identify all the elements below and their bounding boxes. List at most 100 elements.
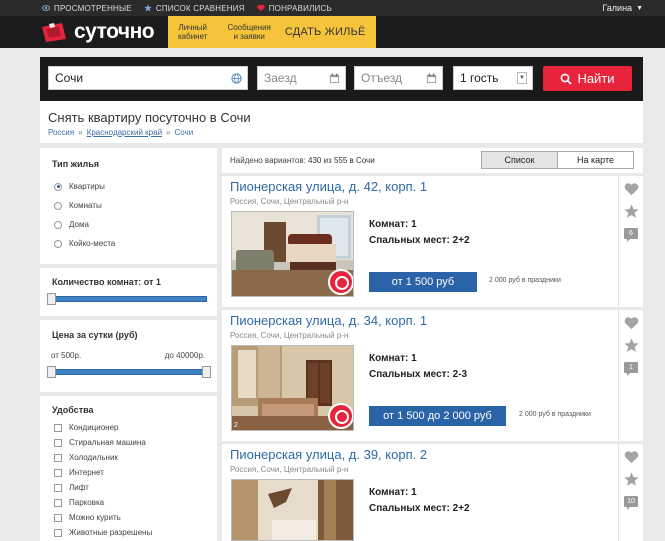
listing-card: Пионерская улица, д. 34, корп. 1 Россия,… [222,310,643,441]
amenity-fridge[interactable]: Холодильник [54,453,118,462]
checkbox[interactable] [54,498,62,507]
listing-price[interactable]: от 1 500 до 2 000 руб [369,406,506,426]
star-icon[interactable] [624,204,639,219]
listing-beds: Спальных мест: 2-3 [369,369,468,380]
liked-label: ПОНРАВИЛИСЬ [268,3,332,13]
listing-title[interactable]: Пионерская улица, д. 42, корп. 1 [230,179,427,194]
nav-sell[interactable]: СДАТЬ ЖИЛЬЁ [281,26,366,38]
page-title-block: Снять квартиру посуточно в Сочи Россия »… [40,101,643,143]
heart-icon[interactable] [624,182,639,196]
photo-count: 2 [234,422,238,429]
find-label: Найти [577,71,615,86]
checkin-input[interactable]: Заезд [257,66,346,90]
housing-type-title: Тип жилья [52,159,100,169]
listing-holiday-price: 2 000 руб в праздники [519,411,591,418]
type-option-beds[interactable]: Койко-места [54,239,115,248]
listing-holiday-price: 2 000 руб в праздники [489,277,561,284]
user-menu[interactable]: Галина ▼ [602,0,643,16]
checkbox[interactable] [54,423,62,432]
logo-text: суточно [74,20,155,43]
checkbox[interactable] [54,468,62,477]
checkbox[interactable] [54,528,62,537]
amenity-ac[interactable]: Кондиционер [54,423,118,432]
rooms-panel: Количество комнат: от 1 [40,268,217,316]
amenity-internet[interactable]: Интернет [54,468,104,477]
checkbox[interactable] [54,483,62,492]
nav-cabinet[interactable]: Личный кабинет [168,23,217,41]
amenity-parking[interactable]: Парковка [54,498,104,507]
checkbox[interactable] [54,453,62,462]
listing-card: Пионерская улица, д. 42, корп. 1 Россия,… [222,176,643,307]
amenity-label: Можно курить [69,513,121,522]
listing-photo[interactable] [231,479,354,541]
price-slider-handle-min[interactable] [47,366,56,378]
reviews-badge[interactable]: 6 [624,228,638,242]
view-list-tab[interactable]: Список [481,151,558,169]
amenity-elevator[interactable]: Лифт [54,483,89,492]
radio[interactable] [54,239,62,248]
viewed-label: ПРОСМОТРЕННЫЕ [54,3,132,13]
reviews-badge[interactable]: 10 [624,496,638,510]
nav-messages-line1: Сообщения [227,23,271,32]
city-input[interactable]: Сочи [48,66,248,90]
listing-photo[interactable] [231,211,354,297]
chevron-down-icon: ▼ [517,72,527,84]
find-button[interactable]: Найти [543,66,632,91]
guests-select[interactable]: 1 гость ▼ [453,66,533,90]
type-option-houses[interactable]: Дома [54,220,89,229]
top-utility-bar: ПРОСМОТРЕННЫЕ СПИСОК СРАВНЕНИЯ ПОНРАВИЛИ… [0,0,665,16]
breadcrumb-region[interactable]: Краснодарский край [87,128,162,137]
breadcrumb-city[interactable]: Сочи [174,128,193,137]
breadcrumb-russia[interactable]: Россия [48,128,74,137]
star-icon[interactable] [624,472,639,487]
filters-sidebar: Тип жилья Квартиры Комнаты Дома Койко-ме… [40,148,217,541]
found-count: Найдено вариантов: 430 из 555 в Сочи [230,156,375,165]
amenity-smoking[interactable]: Можно курить [54,513,121,522]
amenity-washer[interactable]: Стиральная машина [54,438,146,447]
liked-link[interactable]: ПОНРАВИЛИСЬ [257,4,332,13]
price-slider-track[interactable] [52,369,207,375]
viewed-link[interactable]: ПРОСМОТРЕННЫЕ [42,4,132,13]
heart-icon[interactable] [624,450,639,464]
nav-cabinet-line1: Личный [178,23,207,32]
utility-links: ПРОСМОТРЕННЫЕ СПИСОК СРАВНЕНИЯ ПОНРАВИЛИ… [42,0,332,16]
view-map-tab[interactable]: На карте [557,151,634,169]
listing-main: Пионерская улица, д. 39, корп. 2 Россия,… [222,444,618,541]
nav-messages[interactable]: Сообщения и заявки [217,23,280,41]
rooms-slider-handle[interactable] [47,293,56,305]
logo-mark-icon [42,23,66,42]
price-title: Цена за сутки (руб) [52,330,138,340]
radio-selected[interactable] [54,182,62,191]
type-label: Комнаты [69,201,102,210]
breadcrumb-separator: » [166,128,171,137]
eye-icon [42,5,50,11]
listing-photo[interactable]: 2 [231,345,354,431]
reviews-badge[interactable]: 1 [624,362,638,376]
calendar-icon [329,73,340,84]
listing-main: Пионерская улица, д. 34, корп. 1 Россия,… [222,310,618,441]
type-option-apartments[interactable]: Квартиры [54,182,105,191]
rooms-slider-track[interactable] [52,296,207,302]
price-slider-handle-max[interactable] [202,366,211,378]
amenity-pets[interactable]: Животные разрешены [54,528,152,537]
compare-link[interactable]: СПИСОК СРАВНЕНИЯ [144,4,245,13]
page-title: Снять квартиру посуточно в Сочи [48,110,251,125]
listing-title[interactable]: Пионерская улица, д. 39, корп. 2 [230,447,427,462]
radio[interactable] [54,201,62,210]
checkbox[interactable] [54,513,62,522]
amenities-title: Удобства [52,405,94,415]
checkbox[interactable] [54,438,62,447]
heart-icon[interactable] [624,316,639,330]
listing-title[interactable]: Пионерская улица, д. 34, корп. 1 [230,313,427,328]
star-icon[interactable] [624,338,639,353]
type-option-rooms[interactable]: Комнаты [54,201,102,210]
breadcrumb-separator: » [78,128,83,137]
search-icon [561,73,573,85]
calendar-icon [426,73,437,84]
amenity-label: Холодильник [69,453,118,462]
checkout-input[interactable]: Отъезд [354,66,443,90]
radio[interactable] [54,220,62,229]
listing-price[interactable]: от 1 500 руб [369,272,477,292]
site-logo[interactable]: суточно [40,19,155,45]
user-name: Галина [602,3,633,13]
